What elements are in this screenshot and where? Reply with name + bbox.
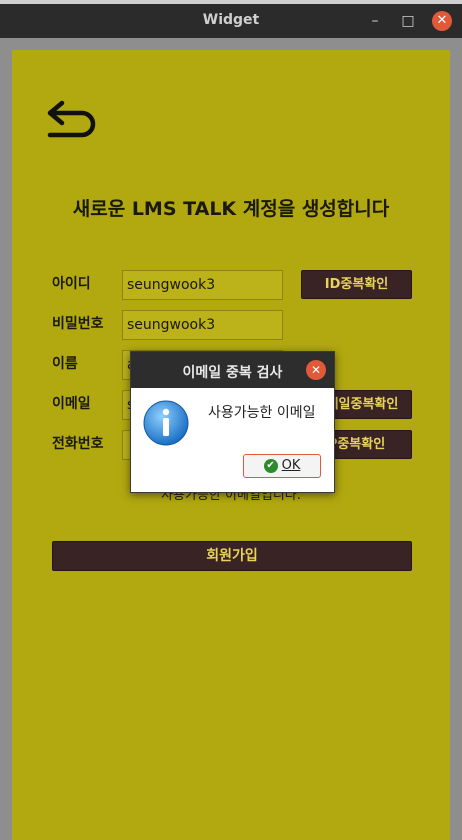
check-icon: ✔ xyxy=(263,458,278,473)
signup-button[interactable]: 회원가입 xyxy=(52,541,412,571)
info-icon xyxy=(143,400,189,446)
password-input[interactable]: seungwook3 xyxy=(122,310,283,340)
email-label: 이메일 xyxy=(52,396,91,412)
back-arrow-icon[interactable] xyxy=(46,99,100,139)
page-title: 새로운 LMS TALK 계정을 생성합니다 xyxy=(72,198,390,220)
dialog-titlebar: 이메일 중복 검사 ✕ xyxy=(131,352,334,388)
phone-label: 전화번호 xyxy=(52,436,104,452)
id-label: 아이디 xyxy=(52,276,91,292)
window-title: Widget xyxy=(202,12,260,28)
email-check-dialog: 이메일 중복 검사 ✕ 사용가능한 이메일 ✔ OK xyxy=(130,351,335,493)
window-close-button[interactable]: ✕ xyxy=(432,11,452,31)
id-input[interactable]: seungwook3 xyxy=(122,270,283,300)
ok-label: OK xyxy=(281,458,301,473)
window-titlebar: Widget – □ ✕ xyxy=(0,4,462,38)
maximize-button[interactable]: □ xyxy=(397,10,419,32)
dialog-message: 사용가능한 이메일 xyxy=(208,405,316,421)
minimize-button[interactable]: – xyxy=(364,10,386,32)
name-label: 이름 xyxy=(52,356,78,372)
password-label: 비밀번호 xyxy=(52,316,104,332)
id-check-button[interactable]: ID중복확인 xyxy=(301,270,412,299)
dialog-close-button[interactable]: ✕ xyxy=(306,360,326,380)
dialog-ok-button[interactable]: ✔ OK xyxy=(243,454,321,478)
dialog-title: 이메일 중복 검사 xyxy=(182,365,283,381)
